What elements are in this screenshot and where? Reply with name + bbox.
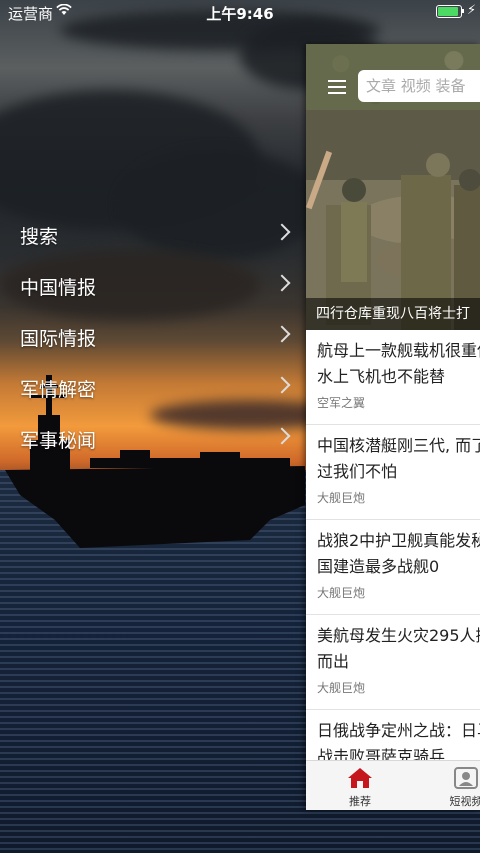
battery-icon bbox=[436, 5, 462, 18]
tab-bar: 推荐 短视频 bbox=[306, 760, 480, 810]
tab-recommend[interactable]: 推荐 bbox=[330, 767, 390, 809]
chevron-right-icon bbox=[273, 427, 291, 445]
navigation-bar bbox=[306, 44, 480, 110]
news-source: 大舰巨炮 bbox=[317, 491, 366, 505]
hero-image bbox=[306, 110, 480, 330]
status-time: 上午9:46 bbox=[206, 5, 274, 23]
news-item[interactable]: 航母上一款舰载机很重使用水上飞机也不能替 空军之翼 bbox=[306, 330, 480, 425]
news-list: 航母上一款舰载机很重使用水上飞机也不能替 空军之翼 中国核潜艇刚三代, 而了, … bbox=[306, 330, 480, 805]
hamburger-menu-icon[interactable] bbox=[328, 80, 346, 98]
menu-item-china-intel[interactable]: 中国情报 bbox=[0, 259, 305, 310]
menu-item-label: 国际情报 bbox=[20, 328, 97, 350]
chevron-right-icon bbox=[273, 274, 291, 292]
menu-item-label: 中国情报 bbox=[20, 277, 97, 299]
news-title: 航母上一款舰载机很重使用水上飞机也不能替 bbox=[317, 341, 480, 386]
tab-short-video[interactable]: 短视频 bbox=[436, 767, 480, 809]
news-source: 大舰巨炮 bbox=[317, 681, 366, 695]
tab-label: 短视频 bbox=[449, 795, 480, 808]
chevron-right-icon bbox=[273, 325, 291, 343]
search-input[interactable] bbox=[358, 70, 480, 102]
menu-item-label: 军情解密 bbox=[20, 379, 97, 401]
side-menu: 搜索 中国情报 国际情报 军情解密 军事秘闻 bbox=[0, 208, 305, 463]
video-user-icon bbox=[454, 767, 478, 789]
news-item[interactable]: 战狼2中护卫舰真能发秘中国建造最多战舰0 大舰巨炮 bbox=[306, 520, 480, 615]
charging-icon: ⚡ bbox=[467, 3, 477, 18]
menu-item-label: 搜索 bbox=[20, 226, 59, 248]
menu-item-military-decode[interactable]: 军情解密 bbox=[0, 361, 305, 412]
news-title: 美航母发生火灾295人挺身而出 bbox=[317, 626, 480, 671]
tab-label: 推荐 bbox=[349, 795, 371, 808]
news-source: 空军之翼 bbox=[317, 396, 366, 410]
main-content-panel[interactable]: 四行仓库重现八百将士打 航母上一款舰载机很重使用水上飞机也不能替 空军之翼 中国… bbox=[306, 44, 480, 810]
hero-caption: 四行仓库重现八百将士打 bbox=[306, 298, 480, 330]
news-title: 中国核潜艇刚三代, 而了, 不过我们不怕 bbox=[317, 436, 480, 481]
news-source: 大舰巨炮 bbox=[317, 586, 366, 600]
chevron-right-icon bbox=[273, 223, 291, 241]
home-icon bbox=[348, 768, 372, 788]
menu-item-search[interactable]: 搜索 bbox=[0, 208, 305, 259]
news-item[interactable]: 中国核潜艇刚三代, 而了, 不过我们不怕 大舰巨炮 bbox=[306, 425, 480, 520]
status-bar: 运营商 上午9:46 ⚡ bbox=[0, 0, 480, 24]
news-title: 战狼2中护卫舰真能发秘中国建造最多战舰0 bbox=[317, 531, 480, 576]
menu-item-intl-intel[interactable]: 国际情报 bbox=[0, 310, 305, 361]
hero-banner[interactable]: 四行仓库重现八百将士打 bbox=[306, 110, 480, 330]
chevron-right-icon bbox=[273, 376, 291, 394]
menu-item-military-secrets[interactable]: 军事秘闻 bbox=[0, 412, 305, 463]
menu-item-label: 军事秘闻 bbox=[20, 430, 97, 452]
news-item[interactable]: 美航母发生火灾295人挺身而出 大舰巨炮 bbox=[306, 615, 480, 710]
